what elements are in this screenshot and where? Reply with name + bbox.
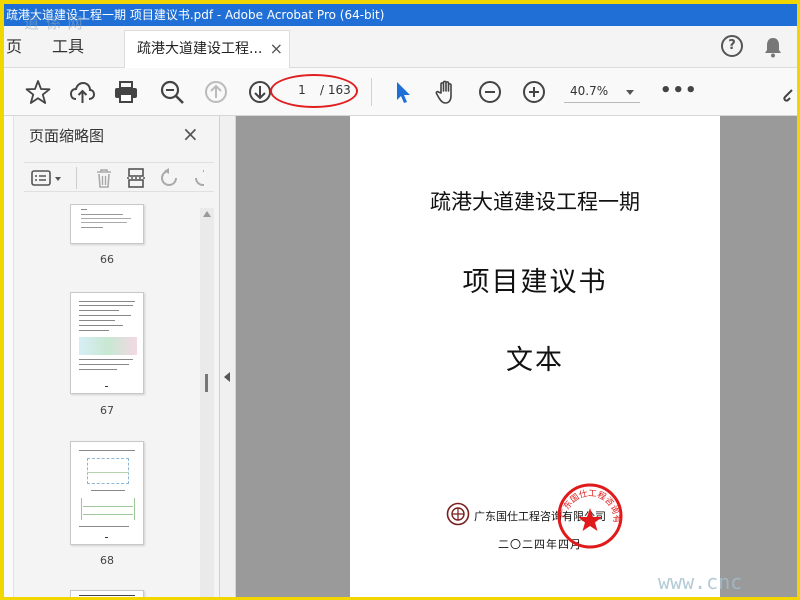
zoom-dropdown[interactable]: 40.7%: [564, 81, 640, 103]
zoom-value: 40.7%: [570, 84, 609, 98]
scroll-thumb[interactable]: [205, 374, 208, 392]
app-window: 疏港大道建设工程一期 项目建议书.pdf - Adobe Acrobat Pro…: [4, 4, 797, 597]
thumbnail-scrollbar[interactable]: [200, 208, 214, 597]
tab-tools[interactable]: 工具: [44, 26, 92, 68]
tab-document[interactable]: 疏港大道建设工程... ×: [124, 30, 290, 68]
tab-bar: 页 工具 疏港大道建设工程... × ?: [4, 26, 797, 68]
document-canvas: 疏港大道建设工程一期 项目建议书 文本 广东国仕工程咨询有限公司 二〇二四年四月…: [236, 116, 797, 597]
scroll-up-icon[interactable]: [203, 211, 211, 217]
panel-collapse-handle[interactable]: [220, 116, 236, 597]
page-thumbnail[interactable]: [70, 204, 144, 244]
more-tools-button[interactable]: •••: [660, 80, 698, 101]
page-thumbnail[interactable]: [70, 590, 144, 597]
trash-icon[interactable]: [92, 167, 116, 189]
window-title: 疏港大道建设工程一期 项目建议书.pdf - Adobe Acrobat Pro…: [6, 8, 385, 22]
thumbnail-toolbar: [24, 162, 214, 192]
document-subtitle: 项目建议书: [462, 267, 608, 298]
star-icon[interactable]: [24, 78, 52, 106]
pdf-page: 疏港大道建设工程一期 项目建议书 文本 广东国仕工程咨询有限公司 二〇二四年四月…: [350, 116, 720, 597]
thumbnail-panel: 页面缩略图 × 66 67 68: [4, 116, 220, 597]
rotate-left-icon[interactable]: [158, 167, 182, 189]
page-up-icon[interactable]: [202, 78, 230, 106]
bell-icon[interactable]: [763, 36, 783, 58]
thumbnail-label: 68: [100, 554, 114, 567]
page-thumbnail[interactable]: [70, 441, 144, 545]
thumbnail-label: 66: [100, 253, 114, 266]
zoom-search-icon[interactable]: [158, 78, 186, 106]
thumbnail-list: 66 67 68: [24, 204, 196, 597]
chevron-down-icon: [626, 90, 634, 95]
panel-title: 页面缩略图: [29, 127, 105, 145]
toolbar-divider: [76, 167, 77, 189]
page-thumbnail[interactable]: [70, 292, 144, 394]
print-icon[interactable]: [112, 78, 140, 106]
panel-edge: [4, 116, 14, 597]
close-tab-icon[interactable]: ×: [270, 31, 283, 67]
select-pointer-icon[interactable]: [388, 78, 416, 106]
tab-document-label: 疏港大道建设工程...: [137, 41, 263, 57]
thumbnail-label: 67: [100, 404, 114, 417]
help-icon[interactable]: ?: [721, 35, 743, 57]
link-icon[interactable]: [780, 78, 797, 106]
zoom-in-icon[interactable]: [520, 78, 548, 106]
extract-pages-icon[interactable]: [124, 167, 148, 189]
chevron-left-icon: [224, 372, 230, 382]
highlight-ellipse: [270, 74, 358, 108]
cloud-upload-icon[interactable]: [68, 78, 96, 106]
document-text-label: 文本: [506, 345, 564, 376]
company-seal-icon: 广东国仕工程咨询有限公司: [552, 475, 624, 550]
rotate-right-icon[interactable]: [190, 167, 204, 189]
hand-icon[interactable]: [432, 78, 460, 106]
thumbnail-options-icon[interactable]: [30, 167, 64, 189]
toolbar-divider: [371, 78, 372, 106]
tab-home[interactable]: 页: [6, 26, 22, 68]
document-title: 疏港大道建设工程一期: [430, 190, 640, 214]
close-panel-icon[interactable]: ×: [182, 122, 199, 146]
zoom-out-icon[interactable]: [476, 78, 504, 106]
title-bar: 疏港大道建设工程一期 项目建议书.pdf - Adobe Acrobat Pro…: [4, 4, 797, 26]
company-logo-icon: [446, 502, 470, 526]
toolbar: 1 / 163 40.7% •••: [4, 68, 797, 116]
